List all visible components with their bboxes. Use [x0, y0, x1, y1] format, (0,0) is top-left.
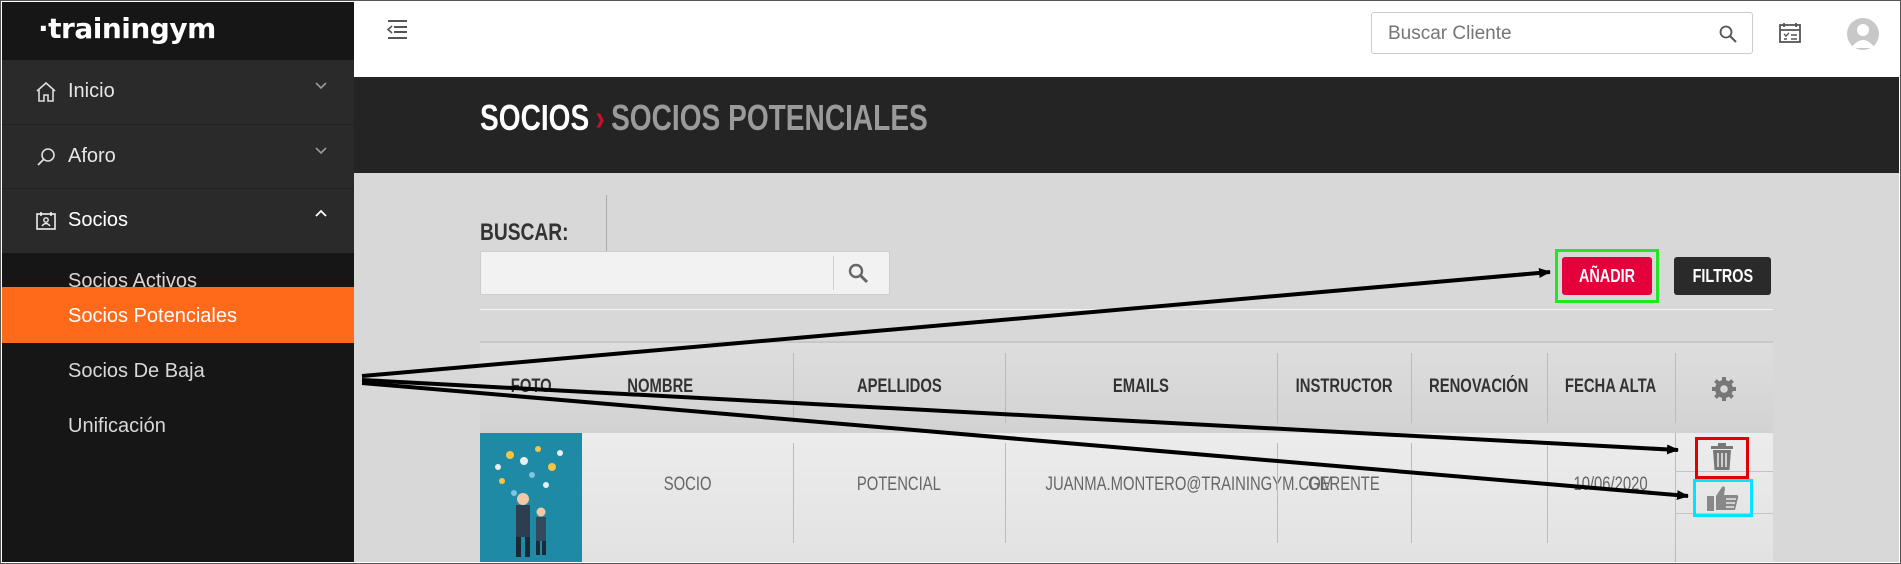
- divider: [480, 309, 1773, 310]
- settings-gear-icon[interactable]: [1710, 375, 1738, 403]
- column-header-renovacion[interactable]: RENOVACIÓN: [1411, 343, 1547, 433]
- sidebar: ·trainingym Inicio Aforo Socios Socios A…: [2, 2, 354, 562]
- column-header-fecha-alta[interactable]: FECHA ALTA: [1547, 343, 1675, 433]
- breadcrumb-parent[interactable]: SOCIOS: [480, 97, 589, 138]
- sidebar-subitem-label: Socios De Baja: [68, 360, 205, 382]
- member-photo-illustration: [480, 433, 582, 562]
- cell-renovacion: [1411, 433, 1547, 562]
- cell-apellidos: POTENCIAL: [856, 474, 941, 495]
- sidebar-subitem-label: Unificación: [68, 415, 166, 437]
- column-header-apellidos[interactable]: APELLIDOS: [793, 343, 1005, 433]
- breadcrumb: SOCIOS › SOCIOS POTENCIALES: [480, 97, 928, 139]
- divider: [606, 195, 607, 251]
- column-header-foto: FOTO: [510, 376, 552, 397]
- filters-button-label: FILTROS: [1692, 266, 1753, 286]
- divider: [833, 256, 834, 290]
- member-search-field[interactable]: [480, 251, 890, 295]
- cell-fecha-alta: 10/06/2020: [1573, 474, 1649, 495]
- highlight-box-delete: [1695, 437, 1749, 479]
- chevron-up-icon: [315, 209, 327, 217]
- sidebar-item-label: Inicio: [68, 80, 115, 102]
- home-icon: [36, 81, 56, 102]
- collapse-menu-icon[interactable]: [384, 18, 410, 40]
- search-icon[interactable]: [847, 262, 869, 284]
- top-bar: [354, 2, 1899, 77]
- sidebar-item-inicio[interactable]: Inicio: [2, 60, 354, 124]
- column-separator: [1675, 433, 1676, 562]
- app-logo[interactable]: ·trainingym: [38, 12, 216, 45]
- sidebar-subitem-socios-potenciales[interactable]: Socios Potenciales: [2, 287, 354, 343]
- cell-email: JUANMA.MONTERO@TRAININGYM.COM: [1045, 474, 1334, 495]
- sidebar-item-aforo[interactable]: Aforo: [2, 124, 354, 189]
- breadcrumb-separator: ›: [595, 97, 605, 138]
- main-content: BUSCAR: AÑADIR FILTROS FOTO NOMBRE APELL…: [354, 173, 1899, 562]
- client-search-field[interactable]: [1371, 12, 1753, 54]
- calendar-check-icon[interactable]: [1778, 22, 1802, 44]
- breadcrumb-current: SOCIOS POTENCIALES: [611, 97, 928, 138]
- chevron-down-icon: [315, 82, 327, 90]
- search-icon[interactable]: [1718, 24, 1738, 44]
- highlight-box-add: [1555, 249, 1659, 303]
- column-header-emails[interactable]: EMAILS: [1005, 343, 1277, 433]
- sidebar-subitem-unificacion[interactable]: Unificación: [2, 397, 354, 453]
- cell-nombre: SOCIO: [663, 474, 712, 495]
- column-separator: [1675, 353, 1676, 423]
- table-header: FOTO NOMBRE APELLIDOS EMAILS INSTRUCTOR …: [480, 341, 1773, 433]
- user-avatar[interactable]: [1847, 18, 1879, 50]
- sidebar-item-socios[interactable]: Socios: [2, 188, 354, 253]
- column-header-instructor[interactable]: INSTRUCTOR: [1277, 343, 1411, 433]
- search-label: BUSCAR:: [480, 219, 569, 246]
- column-header-nombre[interactable]: NOMBRE: [582, 343, 738, 433]
- sidebar-subitem-label: Socios Potenciales: [68, 305, 237, 327]
- search-icon: [37, 148, 55, 166]
- sidebar-item-label: Aforo: [68, 145, 116, 167]
- client-search-input[interactable]: [1386, 21, 1700, 47]
- page-title-band: SOCIOS › SOCIOS POTENCIALES: [354, 77, 1899, 173]
- members-card-icon: [36, 212, 56, 230]
- filters-button[interactable]: FILTROS: [1674, 257, 1771, 295]
- member-photo: [480, 433, 582, 562]
- chevron-down-icon: [315, 147, 327, 155]
- cell-instructor: GERENTE: [1308, 474, 1380, 495]
- sidebar-subitem-socios-de-baja[interactable]: Socios De Baja: [2, 342, 354, 398]
- sidebar-item-label: Socios: [68, 209, 129, 231]
- user-icon: [1851, 24, 1875, 48]
- table-row[interactable]: SOCIO POTENCIAL JUANMA.MONTERO@TRAININGY…: [480, 433, 1773, 562]
- highlight-box-convert: [1693, 479, 1753, 517]
